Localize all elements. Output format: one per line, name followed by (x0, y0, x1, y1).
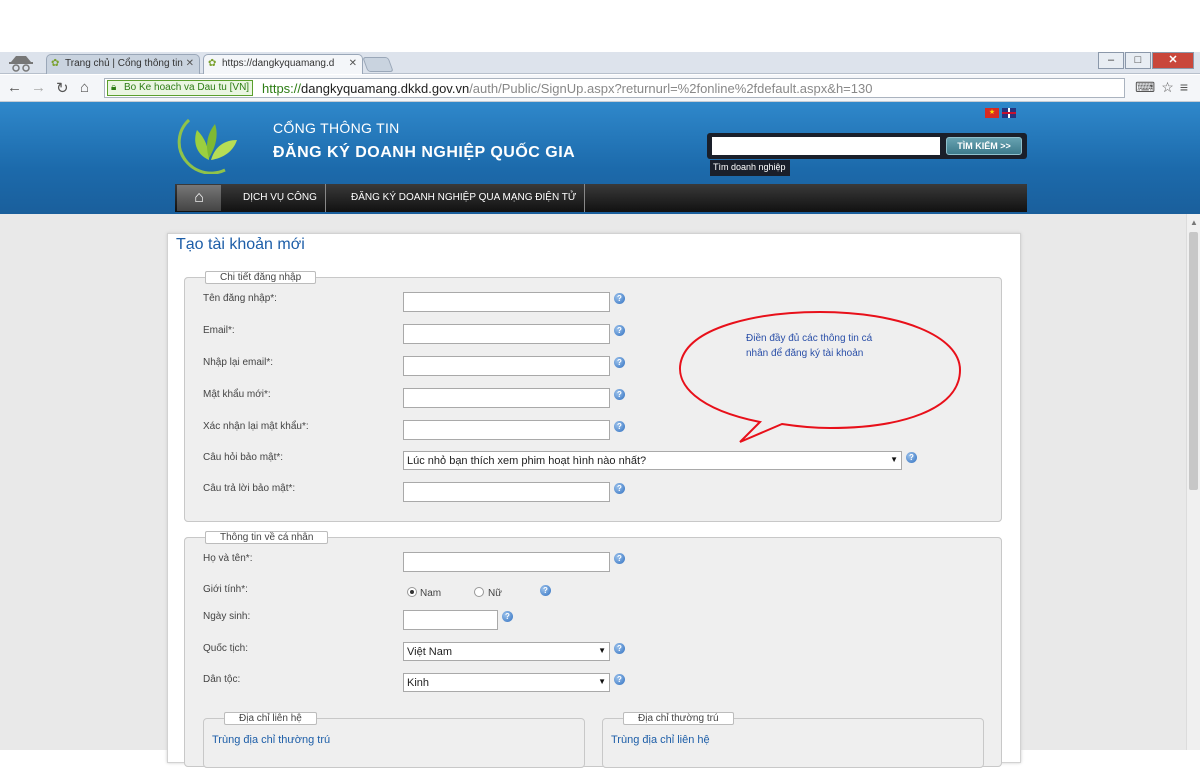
ethnicity-label: Dân tộc: (203, 674, 241, 685)
annotation-text: Điền đầy đủ các thông tin cá nhân để đăn… (746, 333, 873, 359)
same-as-permanent-link[interactable]: Trùng địa chỉ thường trú (212, 734, 330, 746)
gender-label: Giới tính*: (203, 584, 248, 595)
same-as-contact-link[interactable]: Trùng địa chỉ liên hệ (611, 734, 710, 746)
dob-field[interactable] (403, 610, 498, 630)
full-name-label: Họ và tên*: (203, 553, 253, 564)
nationality-value: Việt Nam (407, 646, 453, 658)
permanent-address-legend: Địa chỉ thường trú (623, 712, 734, 725)
full-name-field[interactable] (403, 552, 610, 572)
help-icon[interactable]: ? (540, 585, 551, 596)
ethnicity-select[interactable]: Kinh ▼ (403, 673, 610, 692)
help-icon[interactable]: ? (614, 674, 625, 685)
nationality-select[interactable]: Việt Nam ▼ (403, 642, 610, 661)
help-icon[interactable]: ? (614, 643, 625, 654)
dropdown-arrow-icon: ▼ (598, 646, 606, 655)
contact-address-legend: Địa chỉ liên hệ (224, 712, 317, 725)
help-icon[interactable]: ? (502, 611, 513, 622)
gender-female-radio[interactable] (474, 587, 484, 597)
gender-male-label: Nam (420, 588, 442, 599)
personal-info-legend: Thông tin về cá nhân (205, 531, 329, 544)
dropdown-arrow-icon: ▼ (598, 677, 606, 686)
ethnicity-value: Kinh (407, 677, 430, 689)
help-icon[interactable]: ? (614, 553, 625, 564)
gender-female-label: Nữ (488, 588, 502, 599)
nationality-label: Quốc tịch: (203, 643, 249, 654)
gender-male-radio[interactable] (407, 587, 417, 597)
dob-label: Ngày sinh: (203, 611, 251, 622)
